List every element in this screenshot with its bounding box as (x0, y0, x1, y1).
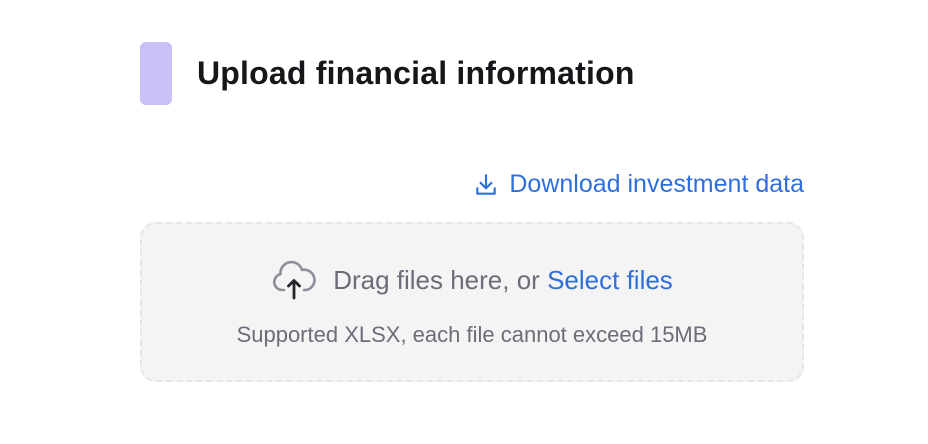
download-investment-data-link[interactable]: Download investment data (473, 170, 804, 199)
download-link-label: Download investment data (509, 170, 804, 198)
accent-bar (140, 42, 172, 105)
select-files-link[interactable]: Select files (547, 265, 673, 296)
download-icon (473, 172, 499, 198)
dropzone-hint: Supported XLSX, each file cannot exceed … (236, 322, 708, 347)
section-header: Upload financial information (140, 42, 635, 105)
file-dropzone[interactable]: Drag files here, or Select files Support… (140, 222, 804, 382)
dropzone-prompt-row: Drag files here, or Select files (142, 260, 802, 300)
cloud-upload-icon (271, 260, 317, 300)
page-title: Upload financial information (197, 55, 635, 91)
dropzone-prompt: Drag files here, or (333, 264, 540, 295)
